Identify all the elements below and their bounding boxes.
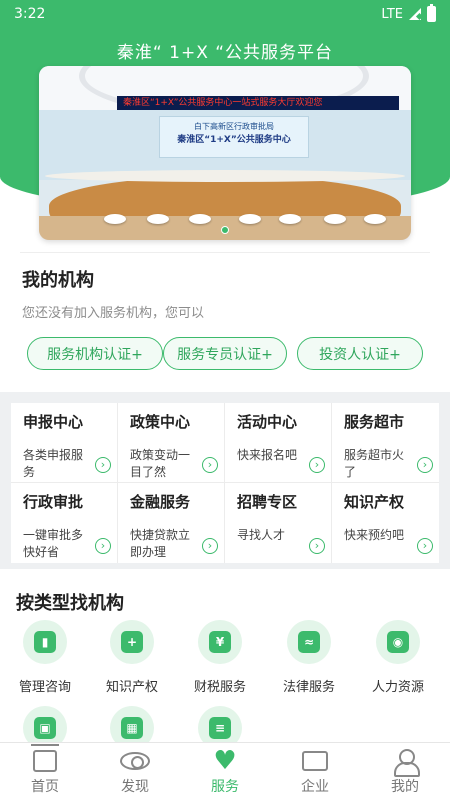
- network-label: LTE: [381, 6, 403, 22]
- service-desc: 快捷贷款立即办理: [130, 528, 191, 559]
- carousel-indicator[interactable]: [221, 226, 229, 234]
- tab-enterprise[interactable]: 企业: [270, 743, 360, 800]
- profile-icon: [394, 749, 420, 777]
- service-apply-center[interactable]: 申报中心 各类申报服务 ›: [11, 403, 118, 483]
- service-title: 知识产权: [344, 493, 405, 511]
- category-legal[interactable]: ≈ 法律服务: [264, 620, 354, 695]
- service-title: 服务超市: [344, 413, 405, 431]
- service-admin-approval[interactable]: 行政审批 一键审批多快好省 ›: [11, 483, 118, 563]
- tab-label: 发现: [121, 779, 149, 795]
- service-title: 政策中心: [130, 413, 191, 431]
- service-title: 活动中心: [237, 413, 298, 431]
- chevron-right-icon[interactable]: ›: [202, 457, 218, 473]
- tab-discover[interactable]: 发现: [90, 743, 180, 800]
- service-title: 申报中心: [23, 413, 84, 431]
- banner-carousel[interactable]: 秦淮区“1+X”公共服务中心一站式服务大厅欢迎您 白下高新区行政审批局 秦淮区“…: [39, 66, 411, 240]
- banner-sign: 白下高新区行政审批局 秦淮区“1+X”公共服务中心: [159, 116, 309, 158]
- service-desc: 服务超市火了: [344, 448, 405, 479]
- enterprise-icon: [302, 751, 328, 771]
- category-hr[interactable]: ◉ 人力资源: [353, 620, 443, 695]
- tab-label: 企业: [301, 779, 329, 795]
- service-desc: 一键审批多快好省: [23, 528, 84, 559]
- category-label: 管理咨询: [18, 680, 71, 695]
- org-certify-button[interactable]: 服务机构认证+: [27, 337, 163, 370]
- service-finance[interactable]: 金融服务 快捷贷款立即办理 ›: [118, 483, 225, 563]
- service-grid: 申报中心 各类申报服务 › 政策中心 政策变动一目了然 › 活动中心 快来报名吧…: [11, 403, 439, 563]
- category-label: 财税服务: [193, 680, 246, 695]
- status-time: 3:22: [14, 6, 46, 22]
- investor-certify-button[interactable]: 投资人认证+: [297, 337, 423, 370]
- service-desc: 寻找人才: [237, 528, 286, 542]
- service-desc: 政策变动一目了然: [130, 448, 191, 479]
- service-desc: 快来报名吧: [237, 448, 298, 462]
- chevron-right-icon[interactable]: ›: [417, 538, 433, 554]
- service-title: 行政审批: [23, 493, 84, 511]
- service-desc: 各类申报服务: [23, 448, 84, 479]
- service-policy-center[interactable]: 政策中心 政策变动一目了然 ›: [118, 403, 225, 483]
- banner-sign-subtitle: 白下高新区行政审批局: [194, 122, 274, 131]
- tab-service[interactable]: ♥ 服务: [180, 743, 270, 800]
- category-section-title: 按类型找机构: [16, 593, 124, 614]
- home-icon: [31, 744, 59, 772]
- service-title: 金融服务: [130, 493, 191, 511]
- service-ip[interactable]: 知识产权 快来预约吧 ›: [332, 483, 439, 563]
- category-management[interactable]: ▮ 管理咨询: [0, 620, 90, 695]
- chevron-right-icon[interactable]: ›: [309, 457, 325, 473]
- service-activity-center[interactable]: 活动中心 快来报名吧 ›: [225, 403, 332, 483]
- bottom-tab-bar: 首页 发现 ♥ 服务 企业 我的: [0, 742, 450, 800]
- book-icon: ▮: [34, 631, 56, 653]
- chevron-right-icon[interactable]: ›: [202, 538, 218, 554]
- eye-icon: [120, 752, 150, 770]
- service-title: 招聘专区: [237, 493, 298, 511]
- banner-sign-title: 秦淮区“1+X”公共服务中心: [177, 135, 291, 145]
- chevron-right-icon[interactable]: ›: [309, 538, 325, 554]
- yen-ticket-icon: ¥: [209, 631, 231, 653]
- list-icon: ≡: [209, 717, 231, 739]
- my-org-title: 我的机构: [22, 270, 94, 291]
- heart-icon: ♥: [213, 746, 237, 776]
- chevron-right-icon[interactable]: ›: [95, 538, 111, 554]
- my-org-section: 我的机构 您还没有加入服务机构，您可以 服务机构认证+ 服务专员认证+ 投资人认…: [0, 252, 450, 386]
- banner-led-text: 秦淮区“1+X”公共服务中心一站式服务大厅欢迎您: [117, 96, 399, 110]
- status-bar: 3:22 LTE: [0, 0, 450, 28]
- my-org-hint: 您还没有加入服务机构，您可以: [22, 306, 205, 321]
- battery-icon: [427, 4, 436, 22]
- service-desc: 快来预约吧: [344, 528, 405, 542]
- tab-label: 首页: [31, 779, 59, 795]
- chevron-right-icon[interactable]: ›: [417, 457, 433, 473]
- chevron-right-icon[interactable]: ›: [95, 457, 111, 473]
- page-title: 秦淮“ 1+X “公共服务平台: [116, 43, 334, 63]
- user-plus-icon: ◉: [387, 631, 409, 653]
- category-label: 知识产权: [105, 680, 158, 695]
- category-label: 法律服务: [282, 680, 335, 695]
- tab-profile[interactable]: 我的: [360, 743, 450, 800]
- category-ip[interactable]: + 知识产权: [87, 620, 177, 695]
- service-market[interactable]: 服务超市 服务超市火了 ›: [332, 403, 439, 483]
- service-recruitment[interactable]: 招聘专区 寻找人才 ›: [225, 483, 332, 563]
- specialist-certify-button[interactable]: 服务专员认证+: [163, 337, 287, 370]
- message-plus-icon: +: [121, 631, 143, 653]
- handshake-icon: ≈: [298, 631, 320, 653]
- category-tax[interactable]: ¥ 财税服务: [175, 620, 265, 695]
- tab-label: 我的: [391, 779, 419, 795]
- apps-icon: ▦: [121, 717, 143, 739]
- tab-home[interactable]: 首页: [0, 743, 90, 800]
- tab-label: 服务: [211, 779, 239, 795]
- signal-icon: [409, 8, 421, 20]
- briefcase-icon: ▣: [34, 717, 56, 739]
- category-label: 人力资源: [371, 680, 424, 695]
